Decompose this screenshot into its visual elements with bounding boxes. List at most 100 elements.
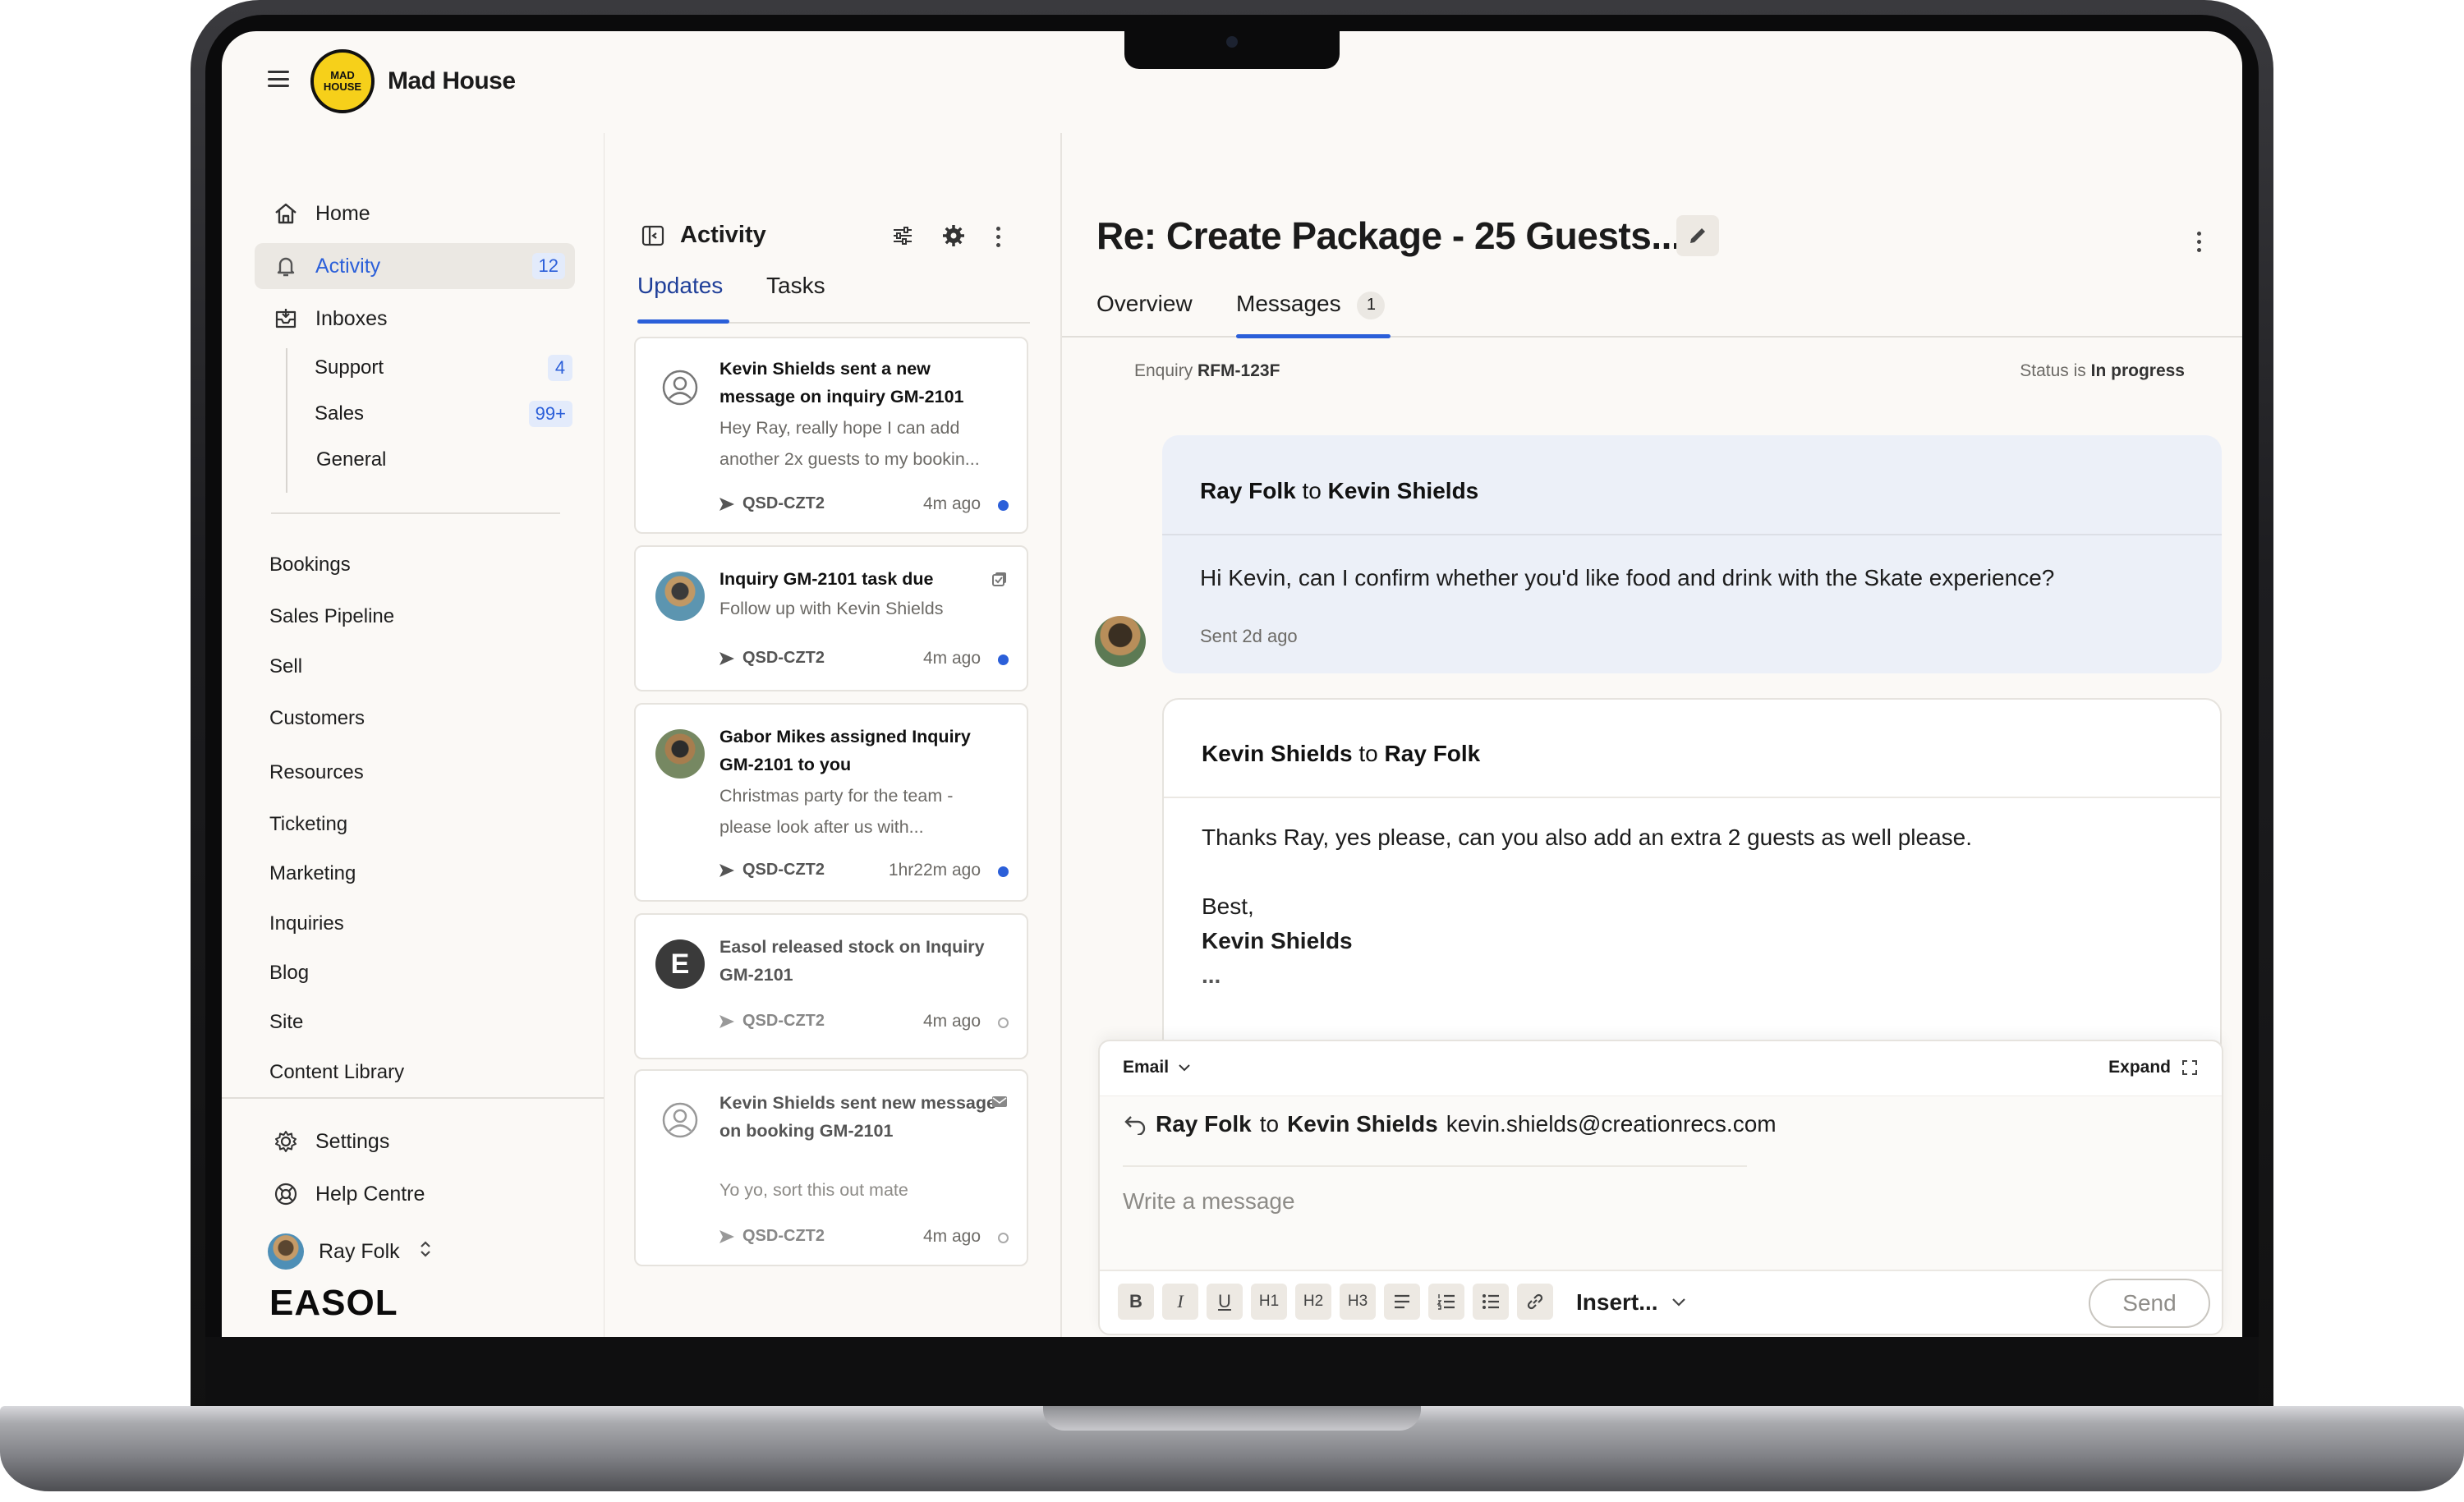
card-title: Gabor Mikes assigned Inquiry GM-2101 to … (719, 727, 971, 774)
insert-menu[interactable]: Insert... (1576, 1289, 1688, 1316)
card-code: QSD-CZT2 (718, 1012, 825, 1031)
message-input[interactable]: Write a message (1123, 1188, 2190, 1254)
sidebar-item-sales-pipeline[interactable]: Sales Pipeline (269, 605, 394, 628)
enquiry-label: Enquiry (1134, 361, 1193, 380)
status-label: Status is (2020, 361, 2086, 380)
link-button[interactable] (1517, 1284, 1553, 1320)
card-code-text: QSD-CZT2 (742, 649, 825, 667)
sidebar-item-label: Activity (315, 254, 381, 278)
message-signoff: Best, (1202, 893, 1254, 919)
status-text: Status is In progress (2020, 361, 2185, 381)
heading2-button[interactable]: H2 (1295, 1284, 1331, 1320)
sidebar-item-marketing[interactable]: Marketing (269, 862, 356, 885)
composer-from: Ray Folk (1156, 1111, 1252, 1137)
unread-dot (998, 500, 1009, 511)
tab-updates[interactable]: Updates (637, 273, 723, 299)
tab-messages[interactable]: Messages 1 (1236, 291, 1386, 319)
recipient-name: Kevin Shields (1327, 478, 1479, 503)
message-text: Thanks Ray, yes please, can you also add… (1202, 824, 1973, 850)
sidebar-divider (271, 512, 560, 514)
edit-title-button[interactable] (1676, 215, 1719, 256)
sidebar: Home Activity 12 Inboxes Support 4 Sales… (222, 133, 604, 1337)
sidebar-item-support[interactable]: Support 4 (315, 350, 577, 386)
message-header: Kevin Shields to Ray Folk (1202, 741, 1480, 767)
sidebar-item-site[interactable]: Site (269, 1011, 303, 1034)
message-signature: Kevin Shields (1202, 928, 1353, 953)
card-title: Kevin Shields sent a new message on inqu… (719, 359, 964, 407)
chevron-down-icon (1179, 1064, 1190, 1072)
heading3-button[interactable]: H3 (1340, 1284, 1376, 1320)
activity-card[interactable]: E Easol released stock on Inquiry GM-210… (634, 913, 1028, 1059)
tab-overview[interactable]: Overview (1096, 291, 1193, 317)
sidebar-item-help-centre[interactable]: Help Centre (255, 1171, 575, 1217)
sidebar-item-inboxes[interactable]: Inboxes (255, 296, 575, 342)
user-name: Ray Folk (319, 1239, 400, 1263)
italic-button[interactable]: I (1162, 1284, 1198, 1320)
composer-body: Ray Folk to Kevin Shields kevin.shields@… (1100, 1095, 2222, 1271)
sidebar-footer-divider (222, 1097, 604, 1099)
sidebar-item-resources[interactable]: Resources (269, 761, 364, 784)
recipient-email: kevin.shields@creationrecs.com (1446, 1111, 1777, 1137)
bold-button[interactable]: B (1118, 1284, 1154, 1320)
sidebar-item-label: Sales (315, 402, 365, 425)
show-more-ellipsis[interactable]: ... (1202, 962, 1221, 989)
home-icon (271, 199, 301, 228)
card-body: Follow up with Kevin Shields (719, 599, 944, 618)
card-code-text: QSD-CZT2 (742, 861, 825, 879)
to-word: to (1358, 741, 1378, 766)
message-bubble: Kevin Shields to Ray Folk Thanks Ray, ye… (1162, 698, 2222, 1059)
activity-card[interactable]: Inquiry GM-2101 task due Follow up with … (634, 545, 1028, 691)
sidebar-item-customers[interactable]: Customers (269, 707, 365, 730)
hamburger-menu-icon[interactable] (268, 71, 289, 87)
user-avatar (655, 572, 705, 621)
message-bubble: Ray Folk to Kevin Shields Hi Kevin, can … (1162, 435, 2222, 673)
link-icon (1527, 1293, 1543, 1310)
more-options-icon[interactable] (996, 227, 1001, 247)
panel-toggle-icon[interactable] (641, 223, 665, 252)
sidebar-item-sales[interactable]: Sales 99+ (315, 396, 577, 432)
card-body: Yo yo, sort this out mate (719, 1180, 908, 1200)
inbox-icon (271, 304, 301, 333)
sidebar-item-home[interactable]: Home (255, 191, 575, 237)
sidebar-item-inquiries[interactable]: Inquiries (269, 912, 344, 935)
composer-to: Kevin Shields (1287, 1111, 1438, 1137)
underline-button[interactable]: U (1207, 1284, 1243, 1320)
bullet-list-button[interactable] (1473, 1284, 1509, 1320)
expand-arrows-icon (2182, 1060, 2197, 1075)
activity-card[interactable]: Kevin Shields sent new message on bookin… (634, 1069, 1028, 1266)
user-switcher[interactable]: Ray Folk (255, 1229, 575, 1275)
sidebar-item-bookings[interactable]: Bookings (269, 553, 351, 576)
sidebar-item-blog[interactable]: Blog (269, 962, 309, 985)
bell-icon (271, 251, 301, 281)
bullet-list-icon (1483, 1294, 1499, 1309)
tab-tasks[interactable]: Tasks (766, 273, 825, 299)
sidebar-item-sell[interactable]: Sell (269, 655, 302, 678)
page-title: Re: Create Package - 25 Guests... (1096, 214, 1682, 257)
expand-button[interactable]: Expand (2108, 1058, 2199, 1077)
user-circle-icon (655, 363, 705, 412)
sidebar-item-settings[interactable]: Settings (255, 1118, 575, 1164)
gear-icon (271, 1127, 301, 1156)
filter-sliders-icon[interactable] (890, 223, 915, 252)
numbered-list-button[interactable] (1428, 1284, 1464, 1320)
align-button[interactable] (1384, 1284, 1420, 1320)
more-options-icon[interactable] (2197, 232, 2202, 252)
sidebar-item-ticketing[interactable]: Ticketing (269, 813, 347, 836)
sidebar-item-activity[interactable]: Activity 12 (255, 243, 575, 289)
heading1-button[interactable]: H1 (1251, 1284, 1287, 1320)
sidebar-item-general[interactable]: General (316, 442, 579, 478)
sidebar-item-label: Support (315, 356, 384, 379)
settings-gear-icon[interactable] (941, 223, 966, 252)
card-body: Hey Ray, really hope I can add another 2… (719, 418, 980, 469)
user-avatar (268, 1233, 304, 1270)
card-body: Christmas party for the team - please lo… (719, 786, 954, 837)
activity-card[interactable]: Gabor Mikes assigned Inquiry GM-2101 to … (634, 703, 1028, 902)
composer-mode-select[interactable]: Email (1123, 1058, 1192, 1077)
send-button[interactable]: Send (2089, 1279, 2210, 1328)
card-code: QSD-CZT2 (718, 494, 825, 513)
sidebar-item-content-library[interactable]: Content Library (269, 1061, 404, 1084)
send-arrow-icon (719, 497, 734, 511)
inbox-tree-line (286, 348, 287, 493)
activity-card[interactable]: Kevin Shields sent a new message on inqu… (634, 337, 1028, 534)
card-code: QSD-CZT2 (718, 649, 825, 668)
